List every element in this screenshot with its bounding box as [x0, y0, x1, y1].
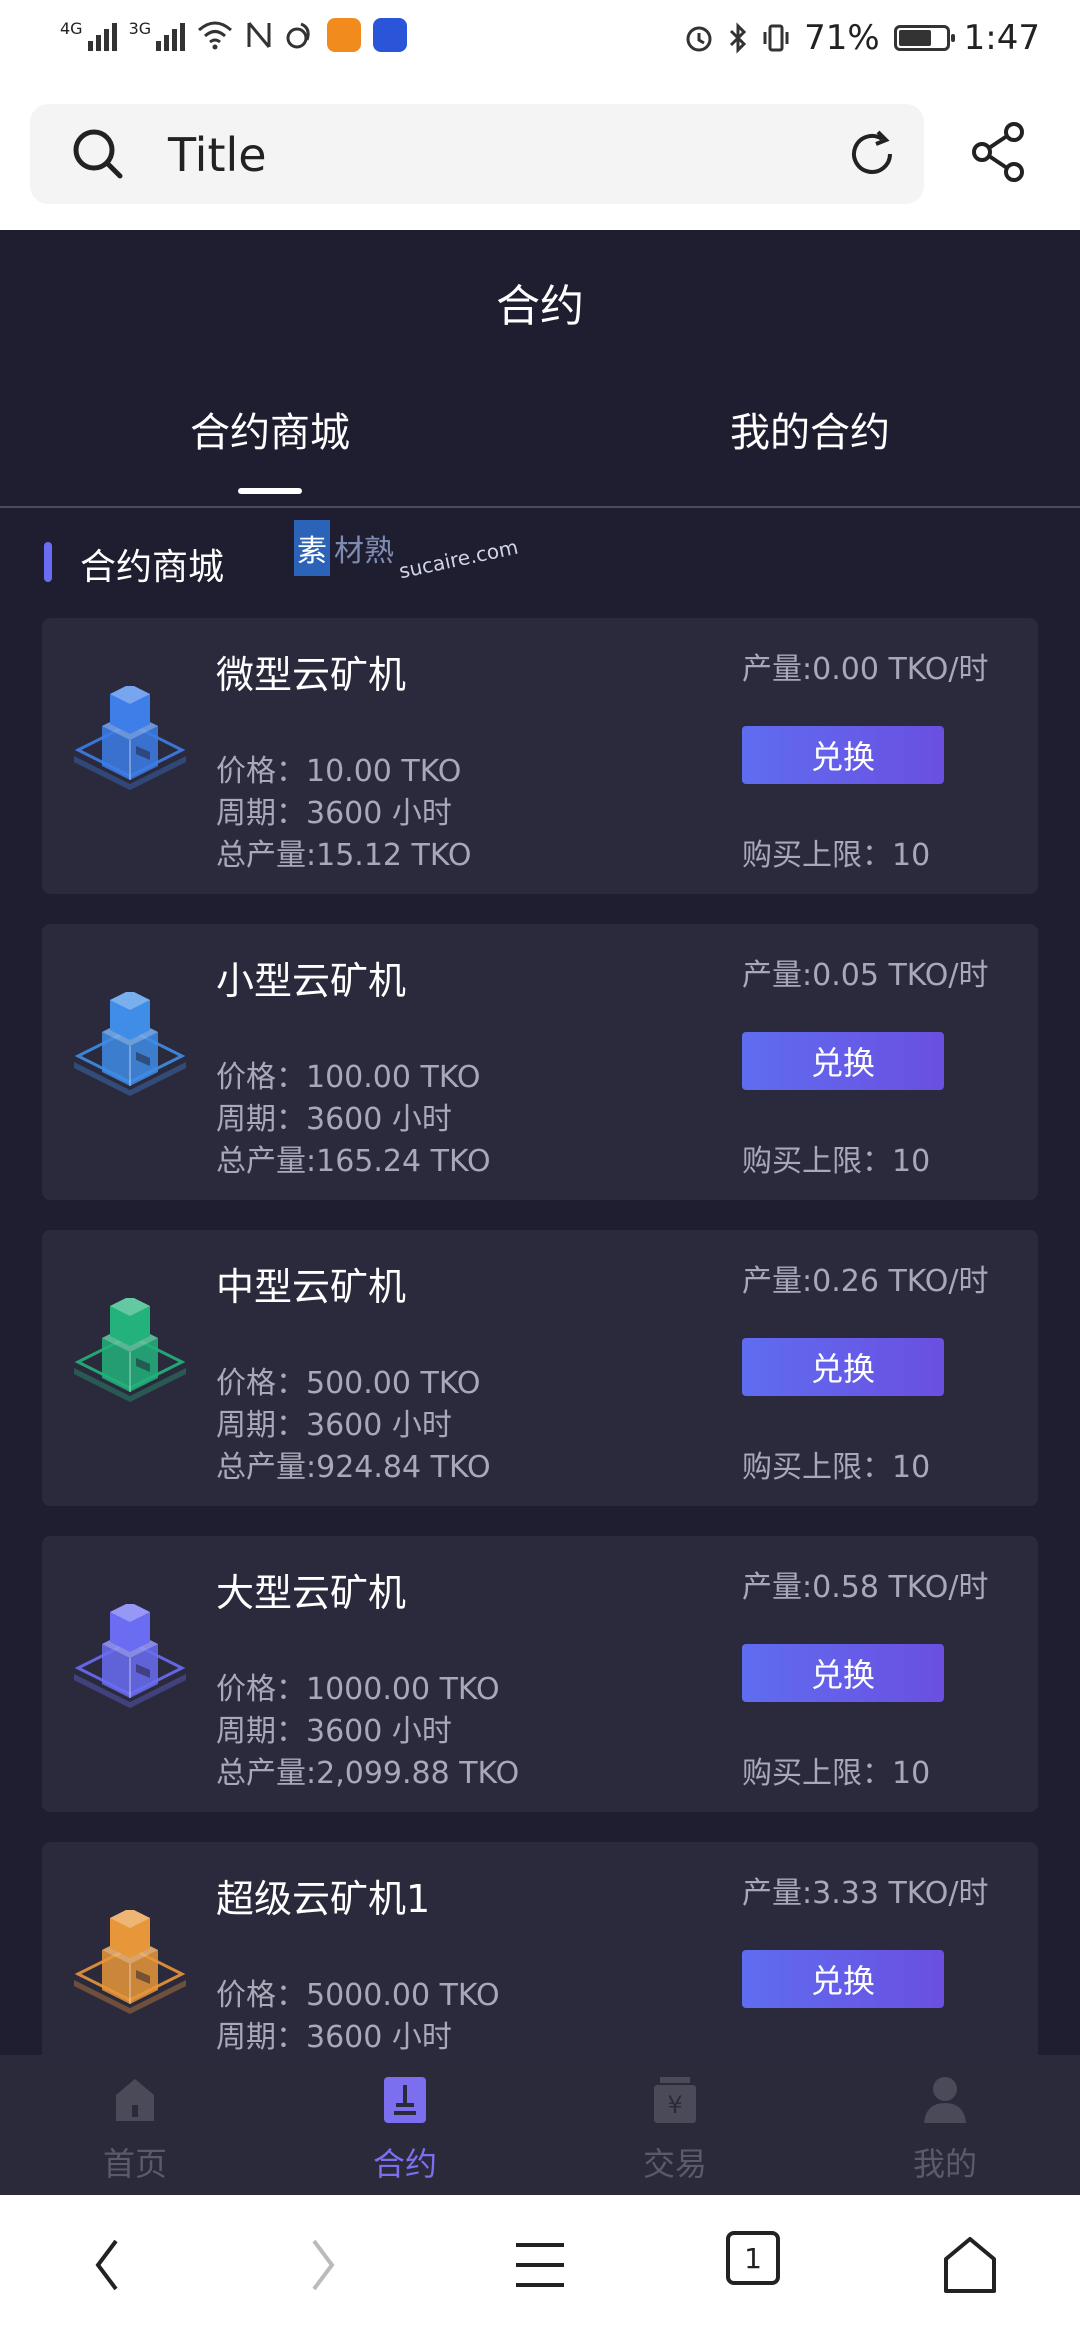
page-title-text[interactable]: Title	[168, 128, 267, 182]
wifi-icon	[198, 21, 233, 50]
cloud-miner-icon	[74, 686, 186, 790]
miner-output-rate: 产量:0.00 TKO/时	[742, 652, 989, 687]
purchase-limit: 购买上限：10	[742, 838, 931, 873]
cell-signal-icon-2: 3G	[129, 19, 186, 51]
home-icon	[116, 2079, 154, 2121]
page-title: 合约	[496, 281, 584, 332]
miner-period: 周期：3600 小时	[216, 2020, 452, 2055]
bottom-tab-bar: 首页 合约 ¥ 交易 我的	[0, 2055, 1080, 2195]
cell-signal-icon: 4G	[60, 19, 117, 51]
contract-tabs: 合约商城 我的合约	[0, 400, 1080, 508]
miner-card: 中型云矿机 价格：500.00 TKO 周期：3600 小时 总产量:924.8…	[42, 1230, 1038, 1506]
forward-icon[interactable]	[306, 2235, 340, 2295]
tab-contract-store[interactable]: 合约商城	[0, 400, 540, 458]
miner-name: 微型云矿机	[216, 653, 407, 697]
app-notification-icon-2	[373, 18, 408, 52]
miner-total-output: 总产量:165.24 TKO	[216, 1144, 491, 1179]
network-type-label: 4G	[60, 19, 83, 38]
menu-icon[interactable]	[512, 2235, 568, 2295]
miner-output-rate: 产量:0.58 TKO/时	[742, 1570, 989, 1605]
contract-icon	[384, 2077, 426, 2123]
app-content: 合约 合约商城 我的合约 合约商城 素 材熟 sucaire.com 微型云矿机…	[0, 230, 1080, 2195]
section-title: 合约商城	[80, 547, 225, 588]
cloud-miner-icon	[74, 992, 186, 1096]
tabbar-label: 合约	[372, 2145, 437, 2183]
tabbar-item-profile[interactable]: 我的	[810, 2055, 1080, 2195]
section-accent-bar	[44, 542, 52, 582]
redeem-button[interactable]: 兑换	[742, 1950, 944, 2008]
vibrate-icon	[763, 24, 789, 52]
watermark-text: 材熟	[334, 534, 394, 569]
battery-icon	[893, 25, 955, 51]
miner-list: 微型云矿机 价格：10.00 TKO 周期：3600 小时 总产量:15.12 …	[42, 618, 1038, 2148]
miner-name: 超级云矿机1	[216, 1877, 431, 1921]
miner-total-output: 总产量:924.84 TKO	[216, 1450, 491, 1485]
redeem-button[interactable]: 兑换	[742, 726, 944, 784]
tab-my-contracts[interactable]: 我的合约	[540, 400, 1080, 458]
tabbar-item-contract[interactable]: 合约	[270, 2055, 540, 2195]
miner-card: 微型云矿机 价格：10.00 TKO 周期：3600 小时 总产量:15.12 …	[42, 618, 1038, 894]
redeem-button[interactable]: 兑换	[742, 1032, 944, 1090]
status-bar: 4G 3G 71% 1:47	[0, 0, 1080, 80]
miner-name: 大型云矿机	[216, 1571, 407, 1615]
tabbar-item-trade[interactable]: ¥ 交易	[540, 2055, 810, 2195]
address-bar[interactable]: Title	[30, 104, 924, 204]
network-type-label-2: 3G	[128, 19, 152, 38]
miner-total-output: 总产量:15.12 TKO	[216, 838, 472, 873]
clock-time: 1:47	[963, 18, 1040, 58]
profile-icon	[924, 2077, 966, 2123]
watermark-url: sucaire.com	[396, 534, 521, 584]
miner-card: 大型云矿机 价格：1000.00 TKO 周期：3600 小时 总产量:2,09…	[42, 1536, 1038, 1812]
tabbar-label: 交易	[642, 2145, 707, 2183]
redeem-button[interactable]: 兑换	[742, 1338, 944, 1396]
tab-count: 1	[744, 2241, 762, 2275]
purchase-limit: 购买上限：10	[742, 1450, 931, 1485]
uc-browser-icon	[286, 22, 310, 49]
alarm-icon	[686, 26, 712, 52]
tabbar-label: 我的	[912, 2145, 977, 2183]
miner-total-output: 总产量:2,099.88 TKO	[216, 1756, 520, 1791]
miner-period: 周期：3600 小时	[216, 1408, 452, 1443]
app-notification-icon	[327, 18, 362, 52]
nfc-icon	[247, 22, 271, 48]
tabs-button[interactable]: 1	[726, 2231, 780, 2285]
miner-price: 价格：5000.00 TKO	[216, 1978, 500, 2013]
purchase-limit: 购买上限：10	[742, 1756, 931, 1791]
purchase-limit: 购买上限：10	[742, 1144, 931, 1179]
cloud-miner-icon	[74, 1604, 186, 1708]
watermark: 素 材熟 sucaire.com	[294, 520, 520, 583]
tabbar-item-home[interactable]: 首页	[0, 2055, 270, 2195]
miner-output-rate: 产量:0.26 TKO/时	[742, 1264, 989, 1299]
browser-nav-bar: 1	[0, 2195, 1080, 2340]
browser-header: Title	[0, 80, 1080, 230]
battery-percent: 71%	[804, 18, 880, 58]
cloud-miner-icon	[74, 1298, 186, 1402]
bluetooth-icon	[730, 22, 747, 54]
miner-output-rate: 产量:0.05 TKO/时	[742, 958, 989, 993]
search-icon[interactable]	[70, 126, 126, 182]
svg-text:¥: ¥	[667, 2091, 682, 2119]
redeem-button[interactable]: 兑换	[742, 1644, 944, 1702]
miner-price: 价格：100.00 TKO	[216, 1060, 481, 1095]
miner-price: 价格：500.00 TKO	[216, 1366, 481, 1401]
tabbar-label: 首页	[102, 2145, 167, 2183]
share-icon[interactable]	[970, 120, 1030, 184]
trade-icon: ¥	[654, 2077, 696, 2123]
miner-price: 价格：1000.00 TKO	[216, 1672, 500, 1707]
refresh-icon[interactable]	[844, 126, 900, 182]
watermark-logo: 素	[294, 520, 330, 576]
miner-name: 小型云矿机	[216, 959, 407, 1003]
miner-name: 中型云矿机	[216, 1265, 407, 1309]
miner-period: 周期：3600 小时	[216, 1102, 452, 1137]
miner-period: 周期：3600 小时	[216, 1714, 452, 1749]
cloud-miner-icon	[74, 1910, 186, 2014]
miner-price: 价格：10.00 TKO	[216, 754, 462, 789]
active-tab-indicator	[238, 488, 302, 494]
miner-output-rate: 产量:3.33 TKO/时	[742, 1876, 989, 1911]
miner-period: 周期：3600 小时	[216, 796, 452, 831]
back-icon[interactable]	[90, 2235, 124, 2295]
home-nav-icon[interactable]	[940, 2235, 1000, 2295]
miner-card: 小型云矿机 价格：100.00 TKO 周期：3600 小时 总产量:165.2…	[42, 924, 1038, 1200]
